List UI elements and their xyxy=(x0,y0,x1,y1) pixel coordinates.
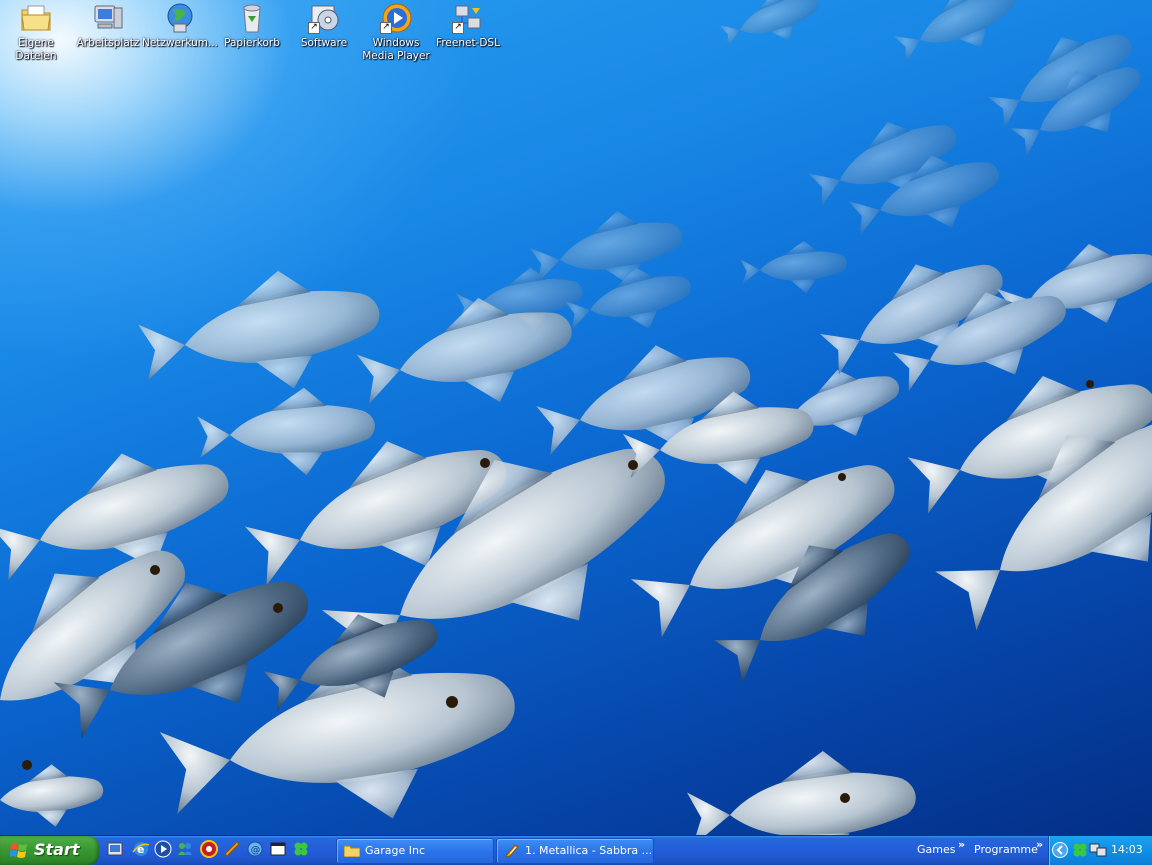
clover-tray-icon[interactable] xyxy=(1071,841,1089,859)
desktop-icon-label: Papierkorb xyxy=(224,37,280,49)
windows-logo-icon xyxy=(10,843,27,858)
my-computer-icon xyxy=(92,2,124,34)
start-button[interactable]: Start xyxy=(0,836,99,865)
desktop-icon-label: Windows Media Player xyxy=(362,37,430,62)
desktop-icon-media-player[interactable]: ↗ Windows Media Player xyxy=(358,0,434,63)
task-button-garage-inc[interactable]: Garage Inc xyxy=(336,838,494,864)
toolbar-games[interactable]: Games xyxy=(917,843,955,856)
svg-text:@: @ xyxy=(251,845,261,856)
winamp-icon xyxy=(505,844,519,857)
clover-icon[interactable] xyxy=(292,840,310,858)
start-label: Start xyxy=(34,840,80,859)
desktop-icon-network-places[interactable]: Netzwerkum... xyxy=(142,0,218,50)
my-documents-icon xyxy=(20,2,52,34)
dsl-connection-icon: ↗ xyxy=(452,2,484,34)
desktop-icon-label: Freenet-DSL xyxy=(436,37,500,49)
app-icon-red[interactable] xyxy=(200,840,218,858)
show-desktop-icon[interactable] xyxy=(106,840,124,858)
task-button-label: Garage Inc xyxy=(365,844,426,857)
wallpaper-fish-image xyxy=(0,0,1152,835)
chevron-programme-icon[interactable]: » xyxy=(1036,838,1043,851)
desktop-icon-label: Arbeitsplatz xyxy=(76,37,140,49)
internet-explorer-icon[interactable]: e xyxy=(132,840,150,858)
clock[interactable]: 14:03 xyxy=(1111,843,1143,856)
shortcut-arrow-icon: ↗ xyxy=(452,22,464,34)
desktop-icon-recycle-bin[interactable]: Papierkorb xyxy=(214,0,290,50)
task-button-label: 1. Metallica - Sabbra ... xyxy=(525,844,653,857)
task-button-metallica[interactable]: 1. Metallica - Sabbra ... xyxy=(496,838,654,864)
media-player-icon[interactable] xyxy=(154,840,172,858)
network-places-icon xyxy=(164,2,196,34)
shortcut-arrow-icon: ↗ xyxy=(308,22,320,34)
software-cd-icon: ↗ xyxy=(308,2,340,34)
chevron-games-icon[interactable]: » xyxy=(958,838,965,851)
desktop-icon-my-computer[interactable]: Arbeitsplatz xyxy=(70,0,146,50)
folder-icon xyxy=(344,845,360,857)
system-tray: 14:03 xyxy=(1048,836,1152,865)
toolbar-programme[interactable]: Programme xyxy=(974,843,1038,856)
desktop-icon-freenet-dsl[interactable]: ↗ Freenet-DSL xyxy=(430,0,506,50)
app-icon-window[interactable] xyxy=(269,840,287,858)
app-icon-globe[interactable]: @ xyxy=(246,840,264,858)
desktop[interactable]: Eigene Dateien Arbeitsplatz Netzwerkum..… xyxy=(0,0,1152,835)
network-tray-icon[interactable] xyxy=(1089,841,1107,859)
desktop-icon-label: Software xyxy=(300,37,348,49)
desktop-icon-label: Eigene Dateien xyxy=(15,37,57,62)
media-player-icon: ↗ xyxy=(380,2,412,34)
expand-tray-icon[interactable] xyxy=(1051,841,1069,859)
messenger-icon[interactable] xyxy=(176,840,194,858)
app-icon-orange[interactable] xyxy=(223,840,241,858)
taskbar: Start e @ Garage Inc 1. Metallica - Sabb… xyxy=(0,835,1152,865)
desktop-icon-software[interactable]: ↗ Software xyxy=(286,0,362,50)
desktop-icon-my-documents[interactable]: Eigene Dateien xyxy=(0,0,74,63)
desktop-icon-label: Netzwerkum... xyxy=(142,37,218,49)
recycle-bin-icon xyxy=(236,2,268,34)
shortcut-arrow-icon: ↗ xyxy=(380,22,392,34)
